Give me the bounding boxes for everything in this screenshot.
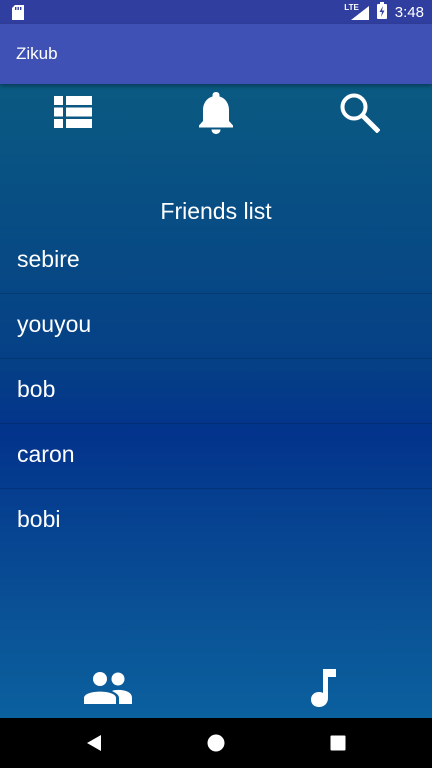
friend-item[interactable]: bobi [0, 486, 432, 553]
friends-list-heading: Friends list [160, 198, 272, 224]
status-time: 3:48 [394, 3, 424, 21]
friend-item[interactable]: bob [0, 356, 432, 424]
top-toolbar [0, 84, 432, 140]
bottom-toolbar [0, 660, 432, 718]
status-bar: LTE 3:48 [0, 0, 432, 24]
battery-icon [376, 1, 387, 23]
friends-list: sebire youyou bob caron bobi [0, 229, 432, 553]
friend-item[interactable]: youyou [0, 291, 432, 359]
bell-icon[interactable] [192, 88, 240, 136]
app-title: Zikub [16, 44, 58, 63]
cell-signal-icon: LTE [344, 3, 371, 21]
search-icon[interactable] [335, 88, 383, 136]
network-type: LTE [344, 3, 359, 12]
home-icon[interactable] [200, 727, 232, 759]
friend-item[interactable]: caron [0, 421, 432, 489]
main-content: Friends list sebire youyou bob caron bob… [0, 84, 432, 718]
music-note-icon[interactable] [296, 662, 352, 714]
app-bar: Zikub [0, 24, 432, 84]
back-icon[interactable] [78, 727, 110, 759]
friend-item[interactable]: sebire [0, 226, 432, 294]
list-icon[interactable] [49, 88, 97, 136]
system-nav-bar [0, 718, 432, 768]
recents-icon[interactable] [322, 727, 354, 759]
sd-card-icon [12, 5, 24, 24]
people-icon[interactable] [80, 662, 136, 714]
